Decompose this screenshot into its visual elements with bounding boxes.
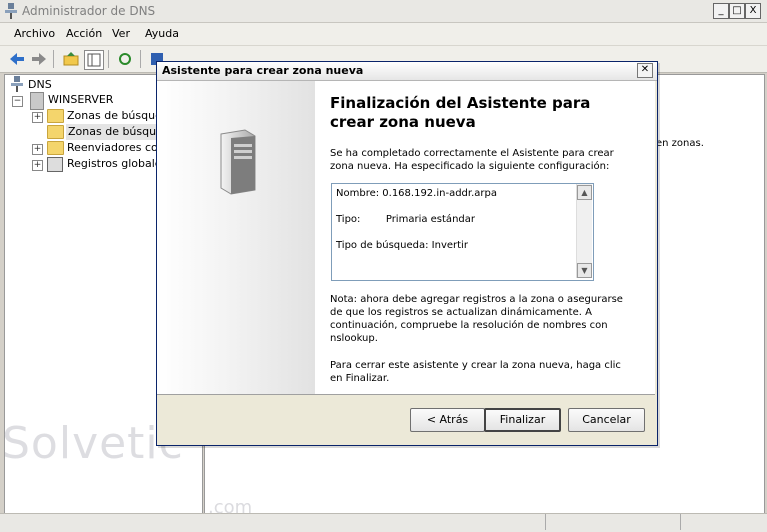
wizard-heading: Finalización del Asistente para crear zo… [330,94,591,131]
tree-item-global-logs[interactable]: Registros globales [67,156,167,172]
menu-ayuda[interactable]: Ayuda [145,27,179,40]
folder-icon [47,125,64,139]
status-divider [680,514,681,530]
minimize-button[interactable]: _ [713,3,729,19]
folder-icon [47,109,64,123]
show-hide-tree-icon[interactable] [84,50,104,70]
toolbar-separator [53,50,54,68]
watermark-domain: .com [208,497,253,518]
tree-label: DNS [28,78,52,91]
maximize-button[interactable]: □ [729,3,745,19]
config-name: Nombre: 0.168.192.in-addr.arpa [336,188,497,199]
folder-icon [47,141,64,155]
scroll-down-icon[interactable]: ▼ [577,263,592,278]
scroll-up-icon[interactable]: ▲ [577,185,592,200]
close-hint-text: Para cerrar este asistente y crear la zo… [330,360,621,384]
tree-label: Registros globales [67,157,168,170]
window-title: Administrador de DNS [22,4,156,18]
dns-root-icon [10,76,24,95]
dialog-title: Asistente para crear zona nueva [162,64,364,77]
details-pane-text: en zonas. [656,138,704,149]
expand-icon[interactable]: + [32,160,43,171]
forward-arrow-icon[interactable] [30,50,48,68]
global-logs-icon [47,157,63,172]
back-arrow-icon[interactable] [8,50,26,68]
toolbar-separator [140,50,141,68]
status-divider [545,514,546,530]
tree-item-dns[interactable]: DNS [28,77,52,93]
server-tower-icon [215,128,259,199]
finish-button[interactable]: Finalizar [484,408,561,432]
refresh-icon[interactable] [116,50,134,68]
dialog-close-button[interactable]: ✕ [637,63,653,78]
collapse-icon[interactable]: − [12,96,23,107]
tree-label: WINSERVER [48,93,114,106]
toolbar-separator [108,50,109,68]
note-text: Nota: ahora debe agregar registros a la … [330,294,623,344]
close-button[interactable]: X [745,3,761,19]
expand-icon[interactable]: + [32,112,43,123]
up-folder-icon[interactable] [62,50,80,68]
expand-icon[interactable]: + [32,144,43,155]
tree-label: Zonas de búsqued [67,109,169,122]
dns-app-icon [4,3,18,19]
intro-text: Se ha completado correctamente el Asiste… [330,148,614,172]
tree-item-forward-zones[interactable]: Zonas de búsqued [67,108,169,124]
tree-item-winserver[interactable]: WINSERVER [48,92,113,108]
server-icon [30,92,44,110]
config-type: Tipo: Primaria estándar [336,214,475,225]
menu-archivo[interactable]: Archivo [14,27,55,40]
cancel-button[interactable]: Cancelar [568,408,645,432]
menu-accion[interactable]: Acción [66,27,102,40]
menu-ver[interactable]: Ver [112,27,130,40]
status-bar [0,513,767,532]
config-lookup-type: Tipo de búsqueda: Invertir [336,240,468,251]
back-button[interactable]: < Atrás [410,408,485,432]
tree-label: Zonas de búsqued [68,125,170,138]
